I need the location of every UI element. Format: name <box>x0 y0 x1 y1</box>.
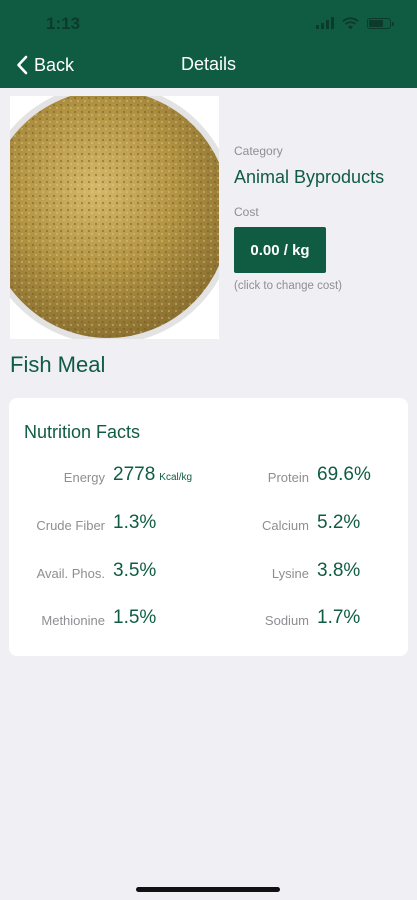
methionine-value-cell: 1.5% <box>113 607 203 633</box>
crude-fiber-label-cell: Crude Fiber <box>9 512 105 538</box>
sodium-value: 1.7% <box>317 607 361 628</box>
energy-unit: Kcal/kg <box>159 472 193 483</box>
protein-label-cell: Protein <box>209 464 309 490</box>
protein-label: Protein <box>267 470 309 485</box>
protein-value: 69.6% <box>317 464 371 485</box>
sodium-label-cell: Sodium <box>209 607 309 633</box>
energy-label: Energy <box>63 470 105 485</box>
nutrition-title: Nutrition Facts <box>24 422 141 442</box>
lysine-label: Lysine <box>271 566 309 581</box>
food-info: Category Animal Byproducts Cost 0.00 / k… <box>234 144 409 292</box>
cost-button[interactable]: 0.00 / kg <box>234 227 326 273</box>
lysine-value-cell: 3.8% <box>317 560 397 586</box>
protein-value-cell: 69.6% <box>317 464 397 490</box>
calcium-label-cell: Calcium <box>209 512 309 538</box>
avail-phos-label: Avail. Phos. <box>36 566 105 581</box>
crude-fiber-value-cell: 1.3% <box>113 512 203 538</box>
crude-fiber-label: Crude Fiber <box>36 518 105 533</box>
status-icons <box>316 14 394 32</box>
status-time: 1:13 <box>46 14 81 33</box>
methionine-label: Methionine <box>41 613 105 628</box>
category-value: Animal Byproducts <box>234 167 385 187</box>
lysine-value: 3.8% <box>317 560 361 581</box>
calcium-value-cell: 5.2% <box>317 512 397 538</box>
avail-phos-label-cell: Avail. Phos. <box>9 560 105 586</box>
energy-label-cell: Energy <box>9 464 105 490</box>
cost-hint: (click to change cost) <box>234 280 343 292</box>
food-photo <box>10 96 219 339</box>
page-title: Details <box>180 54 237 74</box>
cost-label: Cost <box>234 205 259 219</box>
sodium-label: Sodium <box>264 613 309 628</box>
avail-phos-value-cell: 3.5% <box>113 560 203 586</box>
calcium-label: Calcium <box>262 518 309 533</box>
energy-value: 2778 Kcal/kg <box>113 464 193 485</box>
calcium-value: 5.2% <box>317 512 361 533</box>
methionine-label-cell: Methionine <box>9 607 105 633</box>
lysine-label-cell: Lysine <box>209 560 309 586</box>
category-label: Category <box>234 144 283 158</box>
signal-icon <box>316 17 334 29</box>
battery-icon <box>367 17 394 29</box>
food-name: Fish Meal <box>10 352 106 377</box>
wifi-icon <box>342 16 359 29</box>
nav-bar: 1:13 Back Details <box>0 0 417 88</box>
methionine-value: 1.5% <box>113 607 157 628</box>
avail-phos-value: 3.5% <box>113 560 157 581</box>
energy-value-cell: 2778 Kcal/kg <box>113 464 223 490</box>
nutrition-card: Nutrition Facts Energy 2778 Kcal/kg Prote… <box>9 398 408 656</box>
sodium-value-cell: 1.7% <box>317 607 397 633</box>
crude-fiber-value: 1.3% <box>113 512 157 533</box>
home-indicator[interactable] <box>136 887 280 892</box>
